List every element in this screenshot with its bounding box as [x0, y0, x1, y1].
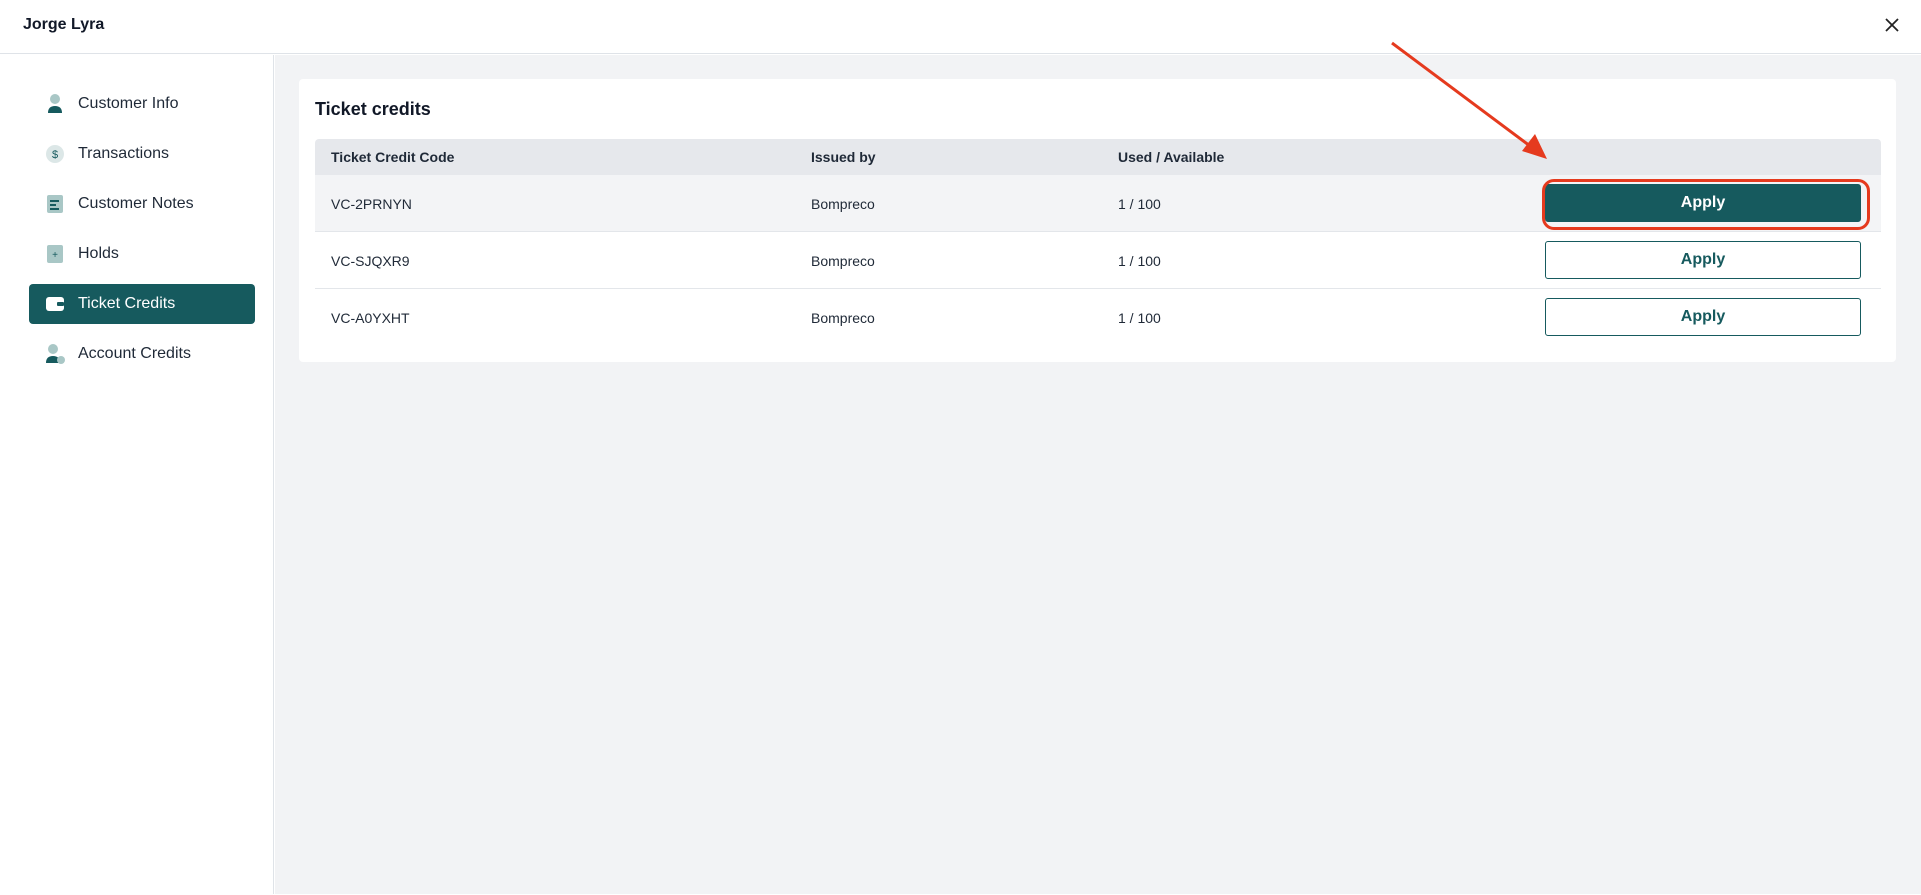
issued-by: Bompreco	[811, 196, 875, 212]
sidebar-item-account-credits[interactable]: Account Credits	[29, 334, 255, 374]
apply-button[interactable]: Apply	[1545, 184, 1861, 222]
apply-button[interactable]: Apply	[1545, 241, 1861, 279]
sidebar-item-label: Account Credits	[78, 345, 191, 362]
table-row: VC-A0YXHT Bompreco 1 / 100 Apply	[315, 289, 1881, 345]
customer-name-title: Jorge Lyra	[23, 16, 105, 33]
sidebar-item-label: Holds	[78, 245, 119, 262]
apply-button[interactable]: Apply	[1545, 298, 1861, 336]
ticket-credits-card: Ticket credits Ticket Credit Code Issued…	[299, 79, 1896, 362]
column-header-code: Ticket Credit Code	[331, 149, 455, 165]
svg-text:+: +	[52, 250, 58, 261]
credit-code: VC-SJQXR9	[331, 253, 410, 269]
sidebar-item-ticket-credits[interactable]: Ticket Credits	[29, 284, 255, 324]
account-credit-icon	[44, 343, 66, 365]
used-available: 1 / 100	[1118, 196, 1161, 212]
credit-code: VC-A0YXHT	[331, 310, 410, 326]
sidebar-item-label: Customer Info	[78, 95, 179, 112]
table-row: VC-2PRNYN Bompreco 1 / 100 Apply	[315, 175, 1881, 232]
svg-text:$: $	[52, 149, 58, 161]
modal-header: Jorge Lyra	[0, 0, 1921, 54]
person-icon	[44, 93, 66, 115]
sidebar-item-customer-notes[interactable]: Customer Notes	[29, 184, 255, 224]
main-content: Ticket credits Ticket Credit Code Issued…	[275, 55, 1921, 894]
sidebar: Customer Info $ Transactions Customer No…	[0, 55, 274, 894]
sidebar-item-label: Transactions	[78, 145, 169, 162]
sidebar-item-label: Customer Notes	[78, 195, 194, 212]
wallet-icon	[44, 293, 66, 315]
sidebar-item-label: Ticket Credits	[78, 295, 176, 312]
ticket-credits-table: Ticket Credit Code Issued by Used / Avai…	[315, 139, 1881, 345]
column-header-used-available: Used / Available	[1118, 149, 1225, 165]
table-header: Ticket Credit Code Issued by Used / Avai…	[315, 139, 1881, 175]
credit-code: VC-2PRNYN	[331, 196, 412, 212]
issued-by: Bompreco	[811, 310, 875, 326]
issued-by: Bompreco	[811, 253, 875, 269]
dollar-icon: $	[44, 143, 66, 165]
table-row: VC-SJQXR9 Bompreco 1 / 100 Apply	[315, 232, 1881, 289]
column-header-issued-by: Issued by	[811, 149, 876, 165]
close-icon[interactable]	[1881, 14, 1903, 36]
hold-icon: +	[44, 243, 66, 265]
card-title: Ticket credits	[315, 99, 431, 119]
sidebar-item-customer-info[interactable]: Customer Info	[29, 84, 255, 124]
sidebar-item-holds[interactable]: + Holds	[29, 234, 255, 274]
notes-icon	[44, 193, 66, 215]
used-available: 1 / 100	[1118, 310, 1161, 326]
sidebar-item-transactions[interactable]: $ Transactions	[29, 134, 255, 174]
used-available: 1 / 100	[1118, 253, 1161, 269]
